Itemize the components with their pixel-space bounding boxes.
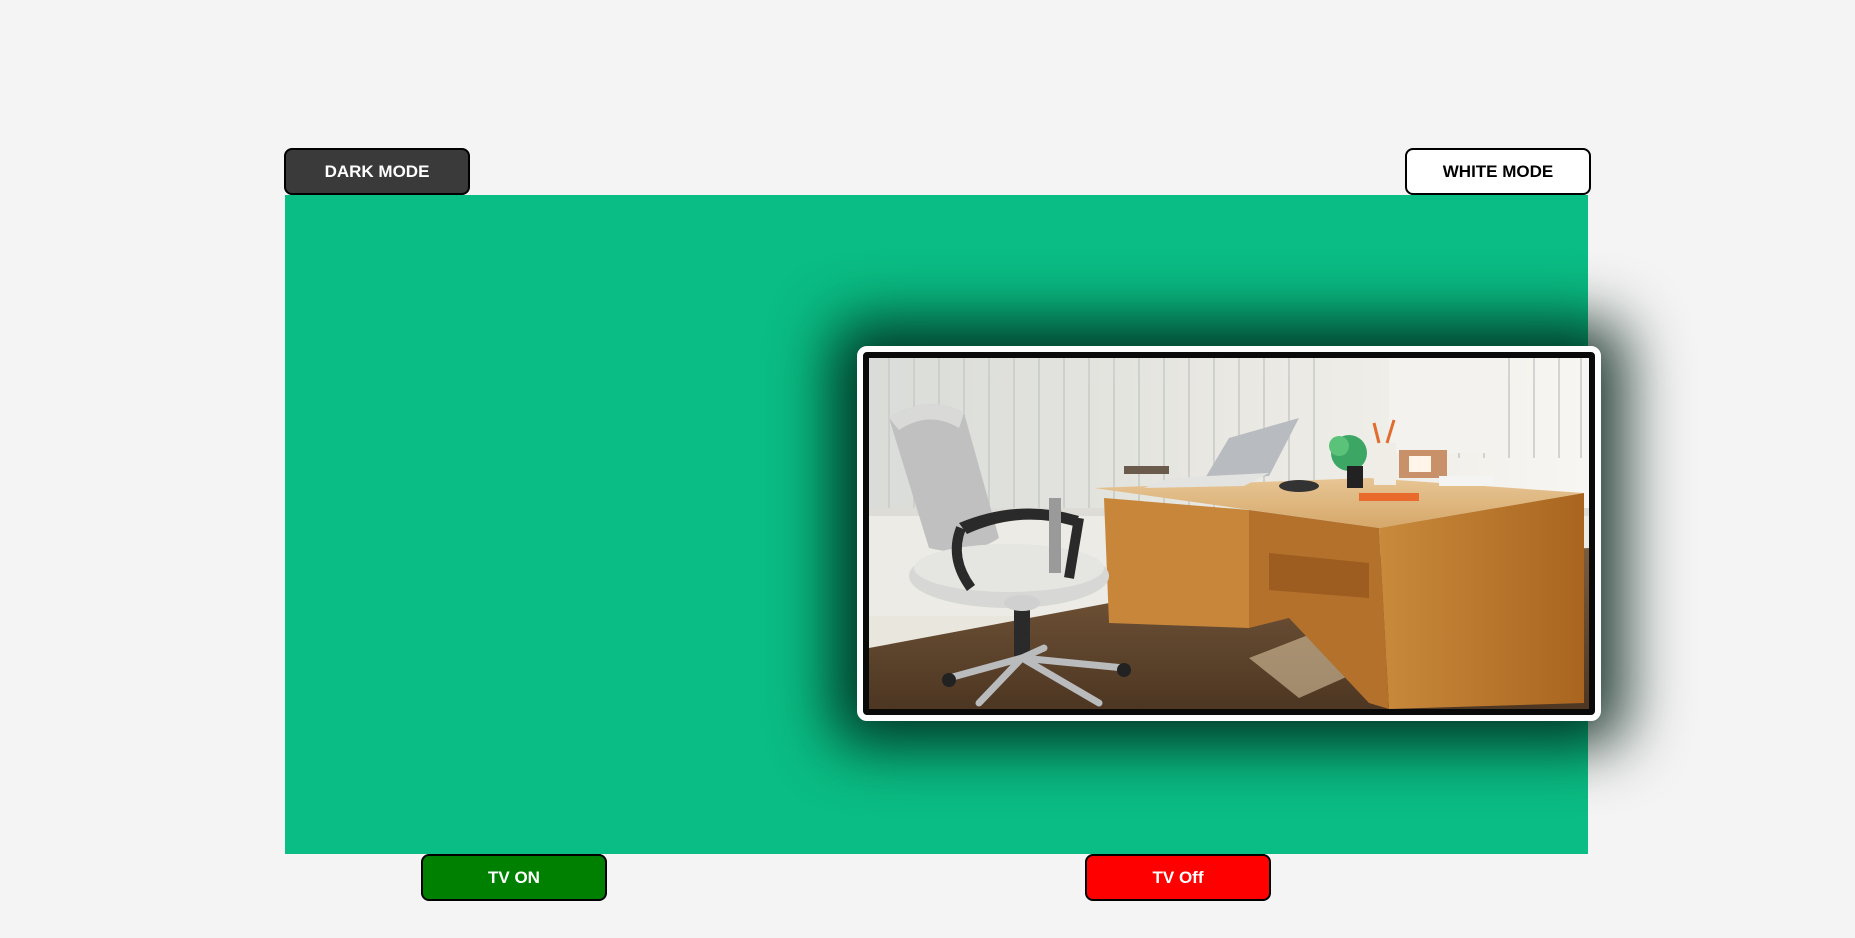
dark-mode-button[interactable]: DARK MODE xyxy=(284,148,470,195)
tv-off-button[interactable]: TV Off xyxy=(1085,854,1271,901)
office-desk-photo xyxy=(869,358,1589,709)
tv-frame xyxy=(857,346,1601,721)
tv-stage xyxy=(285,195,1601,854)
tv-screen xyxy=(869,358,1589,709)
white-mode-button[interactable]: WHITE MODE xyxy=(1405,148,1591,195)
tv-on-button[interactable]: TV ON xyxy=(421,854,607,901)
